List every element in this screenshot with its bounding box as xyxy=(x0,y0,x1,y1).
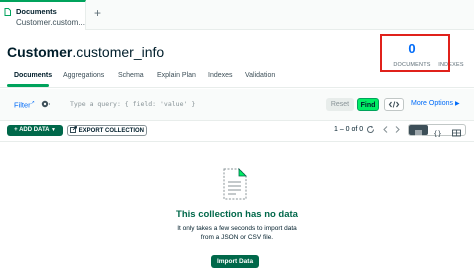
add-data-button[interactable]: + ADD DATA ▼ xyxy=(7,125,63,136)
subtab-documents[interactable]: Documents xyxy=(14,72,52,79)
export-icon xyxy=(70,126,77,133)
export-collection-button[interactable]: EXPORT COLLECTION xyxy=(67,125,147,136)
active-subtab-indicator xyxy=(7,84,49,87)
code-icon xyxy=(388,101,400,108)
subtab-indexes[interactable]: Indexes xyxy=(208,72,233,79)
tab-title: Documents xyxy=(16,7,57,16)
subtab-schema[interactable]: Schema xyxy=(118,72,144,79)
caret-right-icon: ▶ xyxy=(454,101,460,107)
empty-state-description: It only takes a few seconds to import da… xyxy=(177,225,297,241)
list-view-button[interactable] xyxy=(409,125,428,136)
import-data-button[interactable]: Import Data xyxy=(211,255,259,268)
chevron-left-icon[interactable] xyxy=(382,125,389,134)
svg-text:{}: {} xyxy=(433,130,441,138)
query-input[interactable]: Type a query: { field: 'value' } xyxy=(70,100,195,108)
plus-icon: + xyxy=(14,127,18,133)
json-view-icon: {} xyxy=(433,130,441,138)
reset-button[interactable]: Reset xyxy=(326,98,354,111)
documents-icon xyxy=(4,8,11,16)
filter-label[interactable]: Filter↗ xyxy=(14,100,35,110)
refresh-icon[interactable] xyxy=(366,125,375,134)
collection-name: .customer_info xyxy=(72,44,165,60)
tab-strip: Documents Customer.custom... + xyxy=(0,0,474,30)
table-view-button[interactable] xyxy=(447,125,466,137)
chevron-right-icon[interactable] xyxy=(394,125,401,134)
collection-subtabs: Documents Aggregations Schema Explain Pl… xyxy=(0,66,474,88)
new-tab-button[interactable]: + xyxy=(94,7,101,19)
code-button[interactable] xyxy=(384,98,404,111)
json-view-button[interactable]: {} xyxy=(428,125,447,138)
tab-subtitle: Customer.custom... xyxy=(16,18,85,27)
document-icon xyxy=(223,168,247,200)
list-view-icon xyxy=(415,130,422,136)
toolbar-divider xyxy=(0,141,474,142)
table-view-icon xyxy=(452,129,461,137)
subtab-aggregations[interactable]: Aggregations xyxy=(63,72,104,79)
subtab-validation[interactable]: Validation xyxy=(245,72,275,79)
subtab-explain-plan[interactable]: Explain Plan xyxy=(157,72,196,79)
caret-down-icon: ▼ xyxy=(50,127,56,133)
collection-title: Customer.customer_info xyxy=(7,44,164,60)
empty-state-title: This collection has no data xyxy=(176,209,298,220)
more-options-link[interactable]: More Options ▶ xyxy=(411,100,460,107)
find-button[interactable]: Find xyxy=(357,98,379,111)
pagination-text: 1 – 0 of 0 xyxy=(334,126,364,133)
tab-documents-customer[interactable]: Documents Customer.custom... xyxy=(0,0,86,30)
gear-icon[interactable] xyxy=(40,99,50,109)
view-toggle-group: {} xyxy=(408,124,466,138)
external-link-icon: ↗ xyxy=(30,100,35,106)
database-name: Customer xyxy=(7,44,73,60)
